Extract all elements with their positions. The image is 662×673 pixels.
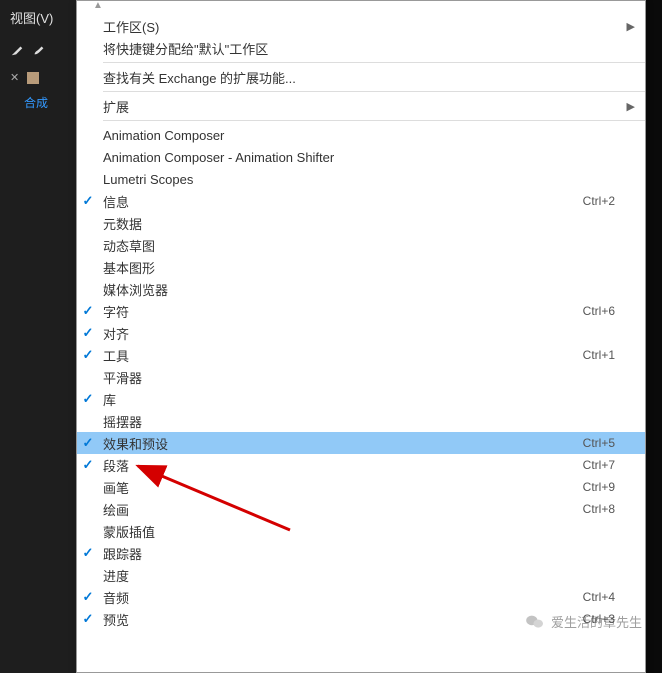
menu-item-shortcut: Ctrl+7	[583, 458, 645, 472]
menu-item-label: 蒙版插值	[99, 522, 645, 541]
menu-item[interactable]: 动态草图	[77, 234, 645, 256]
menu-item-label: 画笔	[99, 478, 583, 497]
menu-item-label: 音频	[99, 588, 583, 607]
menu-item[interactable]: Lumetri Scopes	[77, 168, 645, 190]
menu-item[interactable]: ✓信息Ctrl+2	[77, 190, 645, 212]
watermark-text: 爱生活的章先生	[551, 612, 642, 631]
menu-item-shortcut: Ctrl+2	[583, 194, 645, 208]
menu-item-label: 工作区(S)	[99, 17, 645, 36]
menu-item[interactable]: 画笔Ctrl+9	[77, 476, 645, 498]
menu-item-shortcut: Ctrl+9	[583, 480, 645, 494]
menu-item[interactable]: ✓段落Ctrl+7	[77, 454, 645, 476]
menu-separator	[103, 91, 645, 92]
checkmark-icon: ✓	[77, 325, 99, 341]
menu-item-label: 进度	[99, 566, 645, 585]
menu-item[interactable]: 扩展▶	[77, 95, 645, 117]
menu-item-label: 绘画	[99, 500, 583, 519]
menu-item[interactable]: Animation Composer - Animation Shifter	[77, 146, 645, 168]
menu-item[interactable]: ✓效果和预设Ctrl+5	[77, 432, 645, 454]
pen-tool-icon[interactable]	[10, 43, 24, 57]
menu-separator	[103, 62, 645, 63]
menu-item-shortcut: Ctrl+1	[583, 348, 645, 362]
checkmark-icon: ✓	[77, 457, 99, 473]
menu-item[interactable]: 进度	[77, 564, 645, 586]
watermark: 爱生活的章先生	[525, 612, 642, 631]
view-menu-title[interactable]: 视图(V)	[0, 0, 80, 35]
menu-item-label: 平滑器	[99, 368, 645, 387]
submenu-arrow-icon: ▶	[627, 20, 635, 33]
composition-thumb-icon[interactable]	[27, 72, 39, 84]
menu-item-label: 元数据	[99, 214, 645, 233]
checkmark-icon: ✓	[77, 347, 99, 363]
menu-item-label: 跟踪器	[99, 544, 645, 563]
checkmark-icon: ✓	[77, 589, 99, 605]
menu-item-label: 将快捷键分配给"默认"工作区	[99, 39, 645, 58]
view-menu-dropdown: ▲ 工作区(S)▶将快捷键分配给"默认"工作区查找有关 Exchange 的扩展…	[76, 0, 646, 673]
menu-item[interactable]: ✓字符Ctrl+6	[77, 300, 645, 322]
menu-item-label: 信息	[99, 192, 583, 211]
scroll-up-arrow-icon[interactable]: ▲	[77, 1, 645, 15]
composition-tab-label[interactable]: 合成	[10, 94, 80, 111]
menu-item[interactable]: 平滑器	[77, 366, 645, 388]
menu-item-label: 段落	[99, 456, 583, 475]
menu-item-label: 媒体浏览器	[99, 280, 645, 299]
menu-item[interactable]: 蒙版插值	[77, 520, 645, 542]
wechat-icon	[525, 614, 545, 630]
menu-item[interactable]: 绘画Ctrl+8	[77, 498, 645, 520]
menu-item-label: 对齐	[99, 324, 645, 343]
menu-item[interactable]: ✓库	[77, 388, 645, 410]
checkmark-icon: ✓	[77, 545, 99, 561]
menu-item-label: Lumetri Scopes	[99, 172, 645, 187]
menu-item-label: 扩展	[99, 97, 645, 116]
menu-item-label: 动态草图	[99, 236, 645, 255]
checkmark-icon: ✓	[77, 435, 99, 451]
menu-item-label: 字符	[99, 302, 583, 321]
menu-item[interactable]: Animation Composer	[77, 124, 645, 146]
menu-item[interactable]: 基本图形	[77, 256, 645, 278]
menu-item-label: Animation Composer - Animation Shifter	[99, 150, 645, 165]
menu-item[interactable]: 媒体浏览器	[77, 278, 645, 300]
brush-tool-icon[interactable]	[32, 43, 46, 57]
menu-item-label: 查找有关 Exchange 的扩展功能...	[99, 68, 645, 87]
checkmark-icon: ✓	[77, 391, 99, 407]
menu-item[interactable]: ✓工具Ctrl+1	[77, 344, 645, 366]
menu-item-shortcut: Ctrl+6	[583, 304, 645, 318]
menu-item[interactable]: 工作区(S)▶	[77, 15, 645, 37]
menu-item-shortcut: Ctrl+5	[583, 436, 645, 450]
menu-item[interactable]: ✓对齐	[77, 322, 645, 344]
close-icon[interactable]: ✕	[10, 71, 19, 84]
menu-item[interactable]: 摇摆器	[77, 410, 645, 432]
menu-item-label: 工具	[99, 346, 583, 365]
app-dark-sidebar: 视图(V) ✕ 合成	[0, 0, 80, 673]
menu-item-label: 基本图形	[99, 258, 645, 277]
menu-item-label: 库	[99, 390, 645, 409]
menu-item-label: 摇摆器	[99, 412, 645, 431]
checkmark-icon: ✓	[77, 611, 99, 627]
menu-item-shortcut: Ctrl+8	[583, 502, 645, 516]
menu-item[interactable]: ✓音频Ctrl+4	[77, 586, 645, 608]
menu-item[interactable]: ✓跟踪器	[77, 542, 645, 564]
menu-item-shortcut: Ctrl+4	[583, 590, 645, 604]
menu-item[interactable]: 查找有关 Exchange 的扩展功能...	[77, 66, 645, 88]
menu-item[interactable]: 元数据	[77, 212, 645, 234]
checkmark-icon: ✓	[77, 193, 99, 209]
menu-item[interactable]: 将快捷键分配给"默认"工作区	[77, 37, 645, 59]
menu-item-label: 预览	[99, 610, 583, 629]
menu-item-list: 工作区(S)▶将快捷键分配给"默认"工作区查找有关 Exchange 的扩展功能…	[77, 15, 645, 630]
menu-separator	[103, 120, 645, 121]
submenu-arrow-icon: ▶	[627, 100, 635, 113]
menu-item-label: Animation Composer	[99, 128, 645, 143]
sidebar-toolbar: ✕ 合成	[0, 39, 80, 111]
checkmark-icon: ✓	[77, 303, 99, 319]
menu-item-label: 效果和预设	[99, 434, 583, 453]
